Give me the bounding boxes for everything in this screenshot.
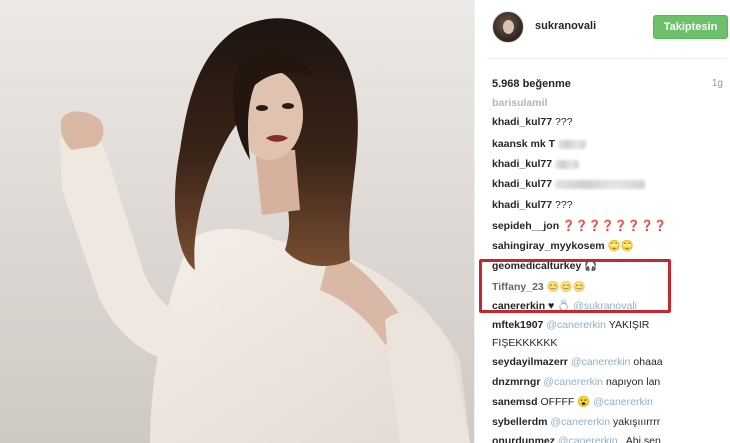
comment-username[interactable]: mftek1907 [492,319,543,331]
comment-row: sanemsd OFFFF 😮 @canererkin [492,395,728,409]
comment-row: barisulamil [492,96,728,110]
comment-username[interactable]: khadi_kul77 [492,158,552,170]
comment-username[interactable]: dnzmrngr [492,376,540,388]
comment-username[interactable]: sanemsd [492,396,538,408]
comment-text: FIŞEKKKKKK [492,337,558,349]
comment-row: khadi_kul77 ??? [492,115,728,129]
comment-username[interactable]: seydayilmazerr [492,356,568,368]
like-count[interactable]: 5.968 beğenme [492,78,571,90]
instagram-post: sukranovali Takiptesin 5.968 beğenme 1g … [0,0,730,443]
comment-row: khadi_kul77 [492,177,728,191]
comment-username[interactable]: barisulamil [492,97,547,109]
comment-text: . Abi sen [620,435,661,443]
comment-username[interactable]: khadi_kul77 [492,199,552,211]
blurred-text [557,139,586,149]
comment-text: ❓❓❓❓❓❓❓❓ [562,220,667,232]
comment-row: sahingiray_myykosem 🙄🙄 [492,239,728,253]
post-photo[interactable] [0,0,474,443]
comment-username[interactable]: khadi_kul77 [492,178,552,190]
avatar-face-icon [503,20,514,34]
comment-row: khadi_kul77 [492,157,728,171]
comment-row: seydayilmazerr @canererkin ohaaa [492,355,728,369]
comment-row: khadi_kul77 ??? [492,198,728,212]
comment-text: ??? [555,116,573,128]
blurred-text [555,159,580,169]
comment-mention-link[interactable]: @canererkin [558,435,618,443]
comment-continuation: FIŞEKKKKKK [492,336,728,350]
follow-button[interactable]: Takiptesin [653,15,728,39]
comment-username[interactable]: khadi_kul77 [492,116,552,128]
comment-mention-link[interactable]: @canererkin [546,319,606,331]
comment-text: YAKIŞIR [608,319,650,331]
comment-row: dnzmrngr @canererkin napıyon lan [492,375,728,389]
comment-row: kaansk mk T [492,137,728,151]
blurred-text [555,179,646,189]
post-age[interactable]: 1g [712,78,723,89]
comment-row: onurdunmez @canererkin . Abi sen [492,434,728,443]
woman-portrait-image [60,18,470,443]
comment-username[interactable]: sahingiray_myykosem [492,240,605,252]
comment-row: sepideh__jon ❓❓❓❓❓❓❓❓ [492,219,728,233]
comment-mention-link[interactable]: @canererkin [550,416,610,428]
comment-text: napıyon lan [605,376,661,388]
profile-avatar[interactable] [492,11,524,43]
post-header: sukranovali Takiptesin [475,0,730,58]
profile-username[interactable]: sukranovali [535,20,596,32]
comment-text: 🙄🙄 [607,240,634,252]
comment-mention-link[interactable]: @canererkin [571,356,631,368]
header-divider [487,58,727,59]
comment-username[interactable]: onurdunmez [492,435,555,443]
comment-username[interactable]: sybellerdm [492,416,547,428]
comment-row: sybellerdm @canererkin yakışııırrrr [492,415,728,429]
comment-text: yakışııırrrr [612,416,661,428]
post-side-panel: sukranovali Takiptesin 5.968 beğenme 1g … [474,0,730,443]
comment-username[interactable]: kaansk mk T [492,138,555,150]
comment-mention-link[interactable]: @canererkin [543,376,603,388]
comment-text: ??? [555,199,573,211]
comment-mention-link[interactable]: @canererkin [593,396,653,408]
comment-text: OFFFF 😮 [540,396,591,408]
comment-username[interactable]: sepideh__jon [492,220,559,232]
comment-text: ohaaa [633,356,663,368]
comment-row: mftek1907 @canererkin YAKIŞIR [492,318,728,332]
red-highlight-frame [479,259,671,313]
